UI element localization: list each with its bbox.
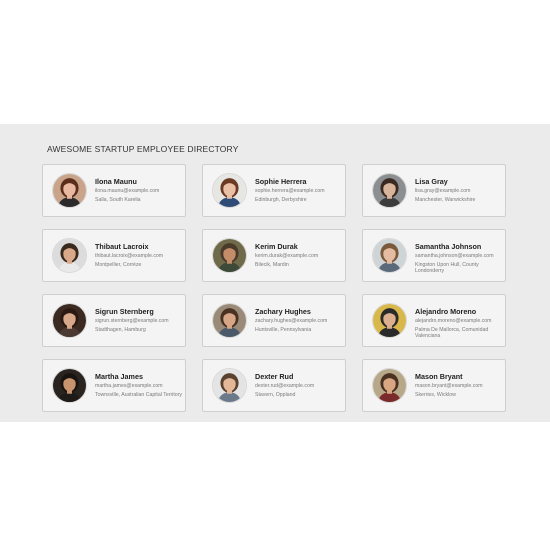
employee-info: Thibaut Lacroix thibaut.lacroix@example.c…: [95, 242, 182, 268]
employee-card[interactable]: Kerim Durak kerim.durak@example.com Bileci…: [202, 229, 346, 282]
employee-card[interactable]: Alejandro Moreno alejandro.moreno@example…: [362, 294, 506, 347]
employee-name: Kerim Durak: [255, 242, 298, 251]
employee-info: Martha James martha.james@example.com Town…: [95, 372, 182, 398]
employee-email: zachary.hughes@example.com: [255, 318, 328, 324]
employee-email: dexter.rud@example.com: [255, 383, 315, 389]
avatar: [212, 238, 247, 273]
employee-info: Sophie Herrera sophie.herrera@example.com…: [255, 177, 342, 203]
employee-name: Sigrun Sternberg: [95, 307, 154, 316]
directory-title: AWESOME STARTUP EMPLOYEE DIRECTORY: [47, 144, 239, 154]
employee-email: thibaut.lacroix@example.com: [95, 253, 164, 259]
employee-card[interactable]: Zachary Hughes zachary.hughes@example.com…: [202, 294, 346, 347]
employee-location: Montpellier, Corrèze: [95, 261, 142, 268]
employee-card[interactable]: Thibaut Lacroix thibaut.lacroix@example.c…: [42, 229, 186, 282]
employee-location: Palma De Mallorca, Comunidad Valenciana: [415, 326, 489, 340]
employee-info: Sigrun Sternberg sigrun.sternberg@example…: [95, 307, 182, 333]
avatar: [212, 173, 247, 208]
employee-info: Zachary Hughes zachary.hughes@example.com…: [255, 307, 342, 333]
employee-location: Townsville, Australian Capital Territory: [95, 391, 182, 398]
employee-email: sigrun.sternberg@example.com: [95, 318, 169, 324]
employee-location: Edinburgh, Derbyshire: [255, 196, 307, 203]
employee-name: Dexter Rud: [255, 372, 294, 381]
employee-card[interactable]: Sophie Herrera sophie.herrera@example.com…: [202, 164, 346, 217]
avatar: [372, 303, 407, 338]
employee-name: Lisa Gray: [415, 177, 448, 186]
employee-name: Martha James: [95, 372, 143, 381]
employee-location: Manchester, Warwickshire: [415, 196, 476, 203]
avatar: [212, 368, 247, 403]
employee-card[interactable]: Dexter Rud dexter.rud@example.com Stavern,…: [202, 359, 346, 412]
avatar: [212, 303, 247, 338]
employee-location: Salla, South Karelia: [95, 196, 141, 203]
employee-name: Thibaut Lacroix: [95, 242, 149, 251]
avatar: [52, 238, 87, 273]
avatar: [52, 368, 87, 403]
employee-email: mason.bryant@example.com: [415, 383, 483, 389]
employee-name: Samantha Johnson: [415, 242, 482, 251]
employee-location: Kingston Upon Hull, County Londonderry: [415, 261, 479, 275]
employee-location: Stavern, Oppland: [255, 391, 296, 398]
avatar: [52, 173, 87, 208]
employee-info: Dexter Rud dexter.rud@example.com Stavern,…: [255, 372, 342, 398]
employee-email: alejandro.moreno@example.com: [415, 318, 492, 324]
employee-name: Alejandro Moreno: [415, 307, 477, 316]
employee-name: Sophie Herrera: [255, 177, 307, 186]
employee-card[interactable]: Sigrun Sternberg sigrun.sternberg@example…: [42, 294, 186, 347]
employee-email: samantha.johnson@example.com: [415, 253, 494, 259]
employee-info: Mason Bryant mason.bryant@example.com Sker…: [415, 372, 502, 398]
employee-info: Lisa Gray lisa.gray@example.com Manchester…: [415, 177, 502, 203]
employee-email: sophie.herrera@example.com: [255, 188, 325, 194]
employee-info: Ilona Maunu ilona.maunu@example.com Salla,…: [95, 177, 182, 203]
employee-card[interactable]: Mason Bryant mason.bryant@example.com Sker…: [362, 359, 506, 412]
employee-location: Skerries, Wicklow: [415, 391, 456, 398]
employee-email: ilona.maunu@example.com: [95, 188, 160, 194]
employee-email: kerim.durak@example.com: [255, 253, 319, 259]
employee-info: Samantha Johnson samantha.johnson@example…: [415, 242, 502, 275]
employee-name: Ilona Maunu: [95, 177, 137, 186]
employee-location: Stadthagen, Hamburg: [95, 326, 146, 333]
employee-card[interactable]: Martha James martha.james@example.com Town…: [42, 359, 186, 412]
employee-name: Zachary Hughes: [255, 307, 311, 316]
employee-grid: Ilona Maunu ilona.maunu@example.com Salla,…: [42, 164, 508, 412]
employee-email: martha.james@example.com: [95, 383, 163, 389]
employee-name: Mason Bryant: [415, 372, 463, 381]
employee-card[interactable]: Ilona Maunu ilona.maunu@example.com Salla,…: [42, 164, 186, 217]
employee-info: Alejandro Moreno alejandro.moreno@example…: [415, 307, 502, 340]
avatar: [372, 238, 407, 273]
employee-email: lisa.gray@example.com: [415, 188, 471, 194]
employee-location: Huntsville, Pennsylvania: [255, 326, 312, 333]
employee-card[interactable]: Samantha Johnson samantha.johnson@example…: [362, 229, 506, 282]
avatar: [52, 303, 87, 338]
avatar: [372, 368, 407, 403]
employee-card[interactable]: Lisa Gray lisa.gray@example.com Manchester…: [362, 164, 506, 217]
employee-info: Kerim Durak kerim.durak@example.com Bileci…: [255, 242, 342, 268]
avatar: [372, 173, 407, 208]
employee-location: Bilecik, Mardin: [255, 261, 289, 268]
